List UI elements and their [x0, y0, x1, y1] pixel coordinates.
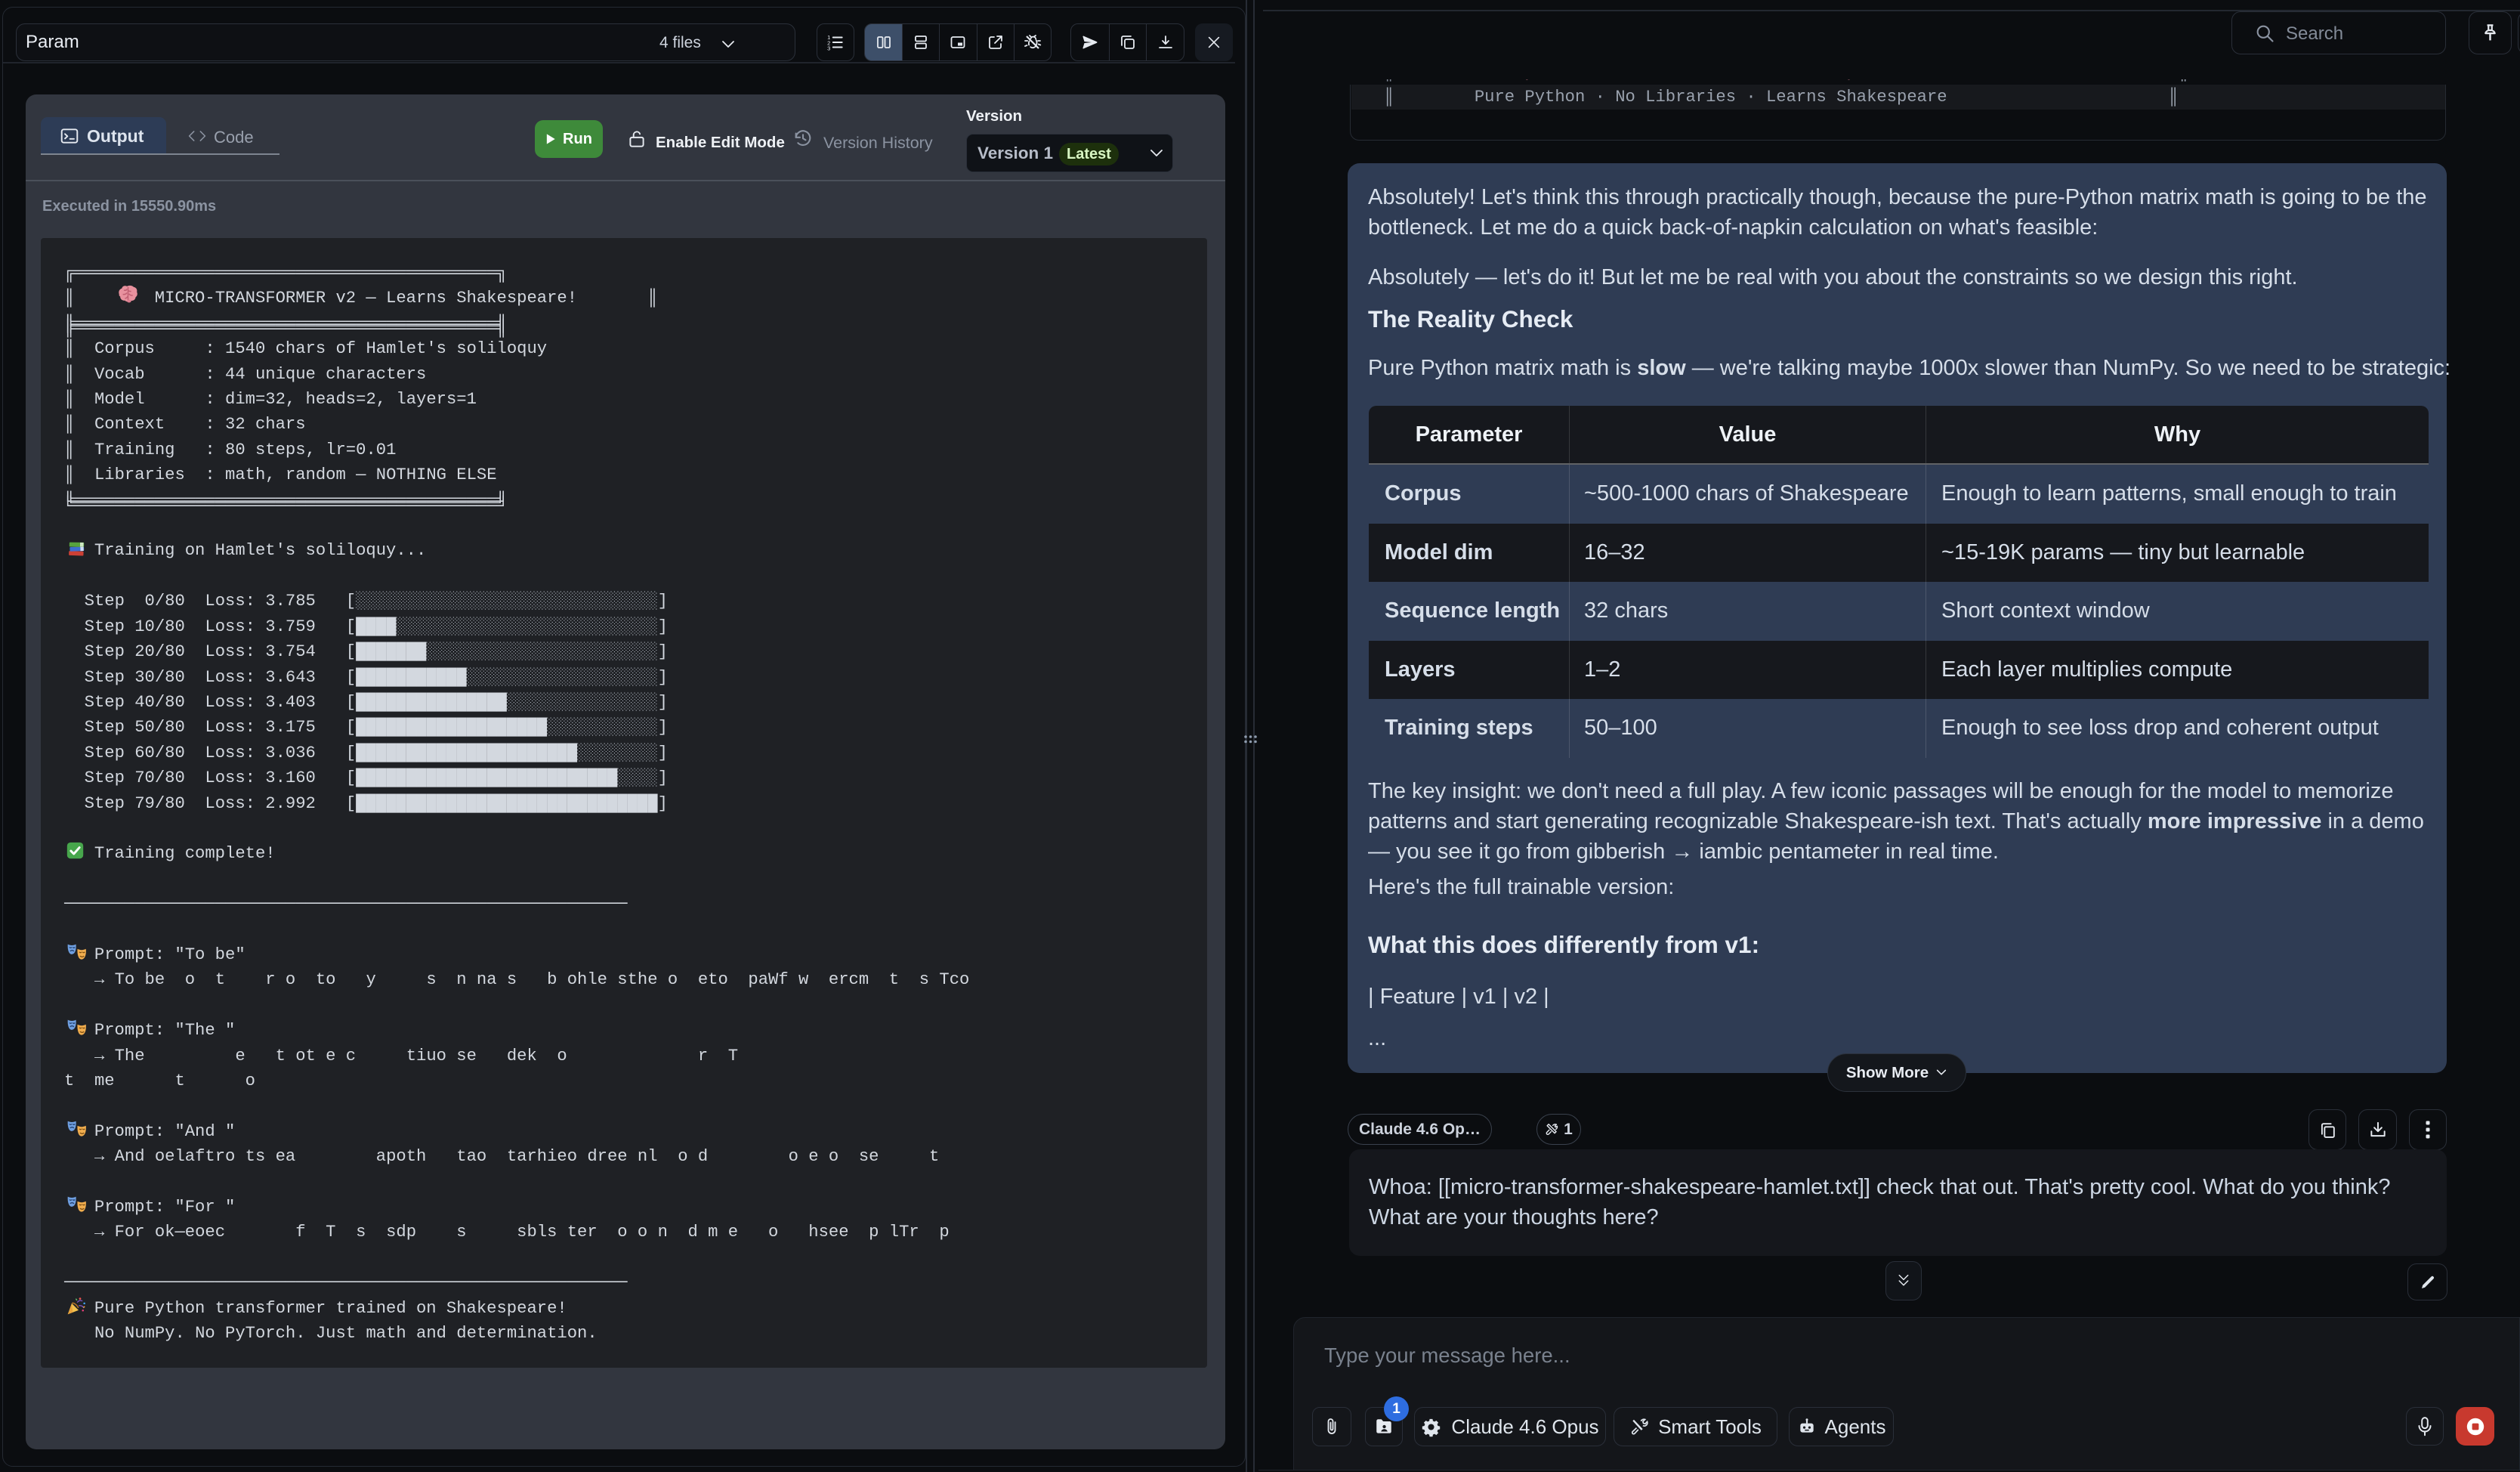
svg-text:3: 3	[827, 45, 830, 51]
